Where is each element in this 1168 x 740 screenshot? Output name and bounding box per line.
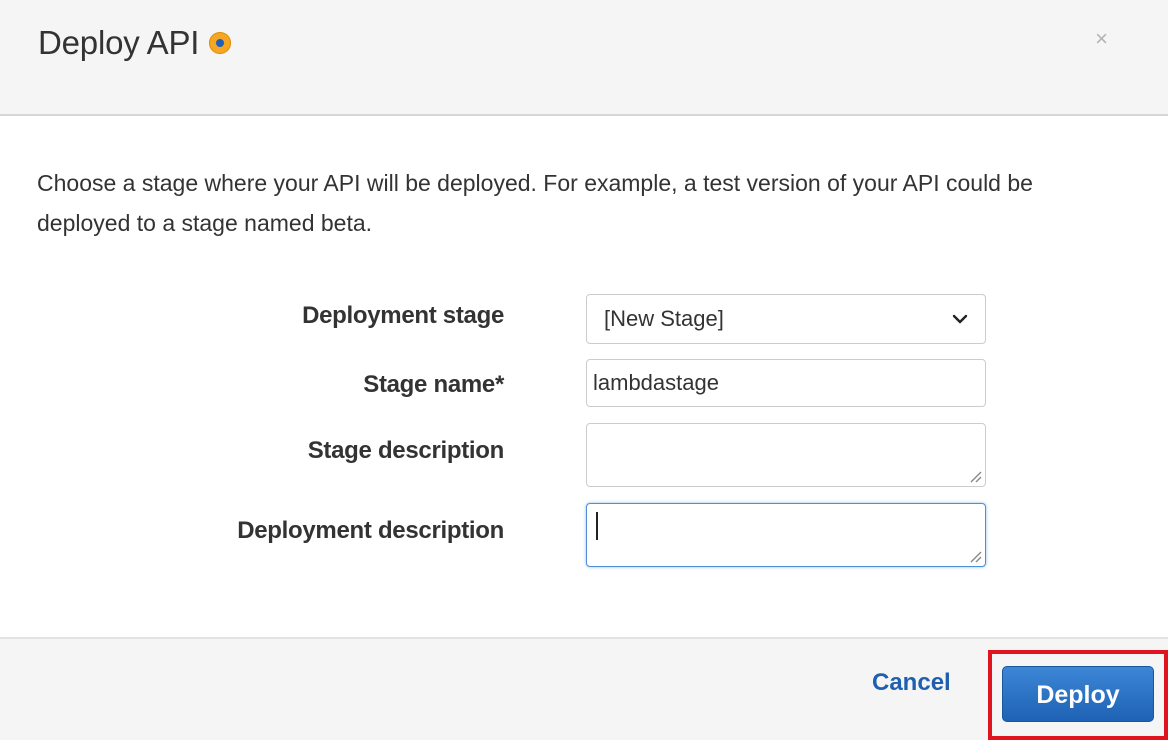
dialog-title: Deploy API <box>38 24 200 61</box>
deployment-stage-label: Deployment stage <box>302 302 504 329</box>
deployment-stage-select[interactable]: [New Stage] <box>586 294 986 344</box>
title-wrap: Deploy API <box>38 24 232 62</box>
deployment-description-label: Deployment description <box>237 517 504 544</box>
close-icon[interactable]: × <box>1095 28 1108 50</box>
deploy-api-dialog: Deploy API × Choose a stage where your A… <box>0 0 1168 740</box>
stage-name-label: Stage name* <box>363 371 504 398</box>
deployment-description-textarea[interactable] <box>586 503 986 567</box>
dialog-description: Choose a stage where your API will be de… <box>37 170 1033 236</box>
deploy-button[interactable]: Deploy <box>1002 666 1154 722</box>
status-dot-icon <box>209 32 232 54</box>
stage-name-input[interactable] <box>586 359 986 407</box>
stage-description-textarea[interactable] <box>586 423 986 487</box>
resize-grip-icon[interactable] <box>968 549 982 563</box>
stage-description-label: Stage description <box>307 437 505 464</box>
text-caret <box>596 512 598 540</box>
cancel-button[interactable]: Cancel <box>872 669 951 697</box>
chevron-down-icon <box>952 314 968 324</box>
deployment-stage-selected-value: [New Stage] <box>604 306 724 331</box>
resize-grip-icon[interactable] <box>968 469 982 483</box>
dialog-header: Deploy API × <box>0 0 1168 116</box>
